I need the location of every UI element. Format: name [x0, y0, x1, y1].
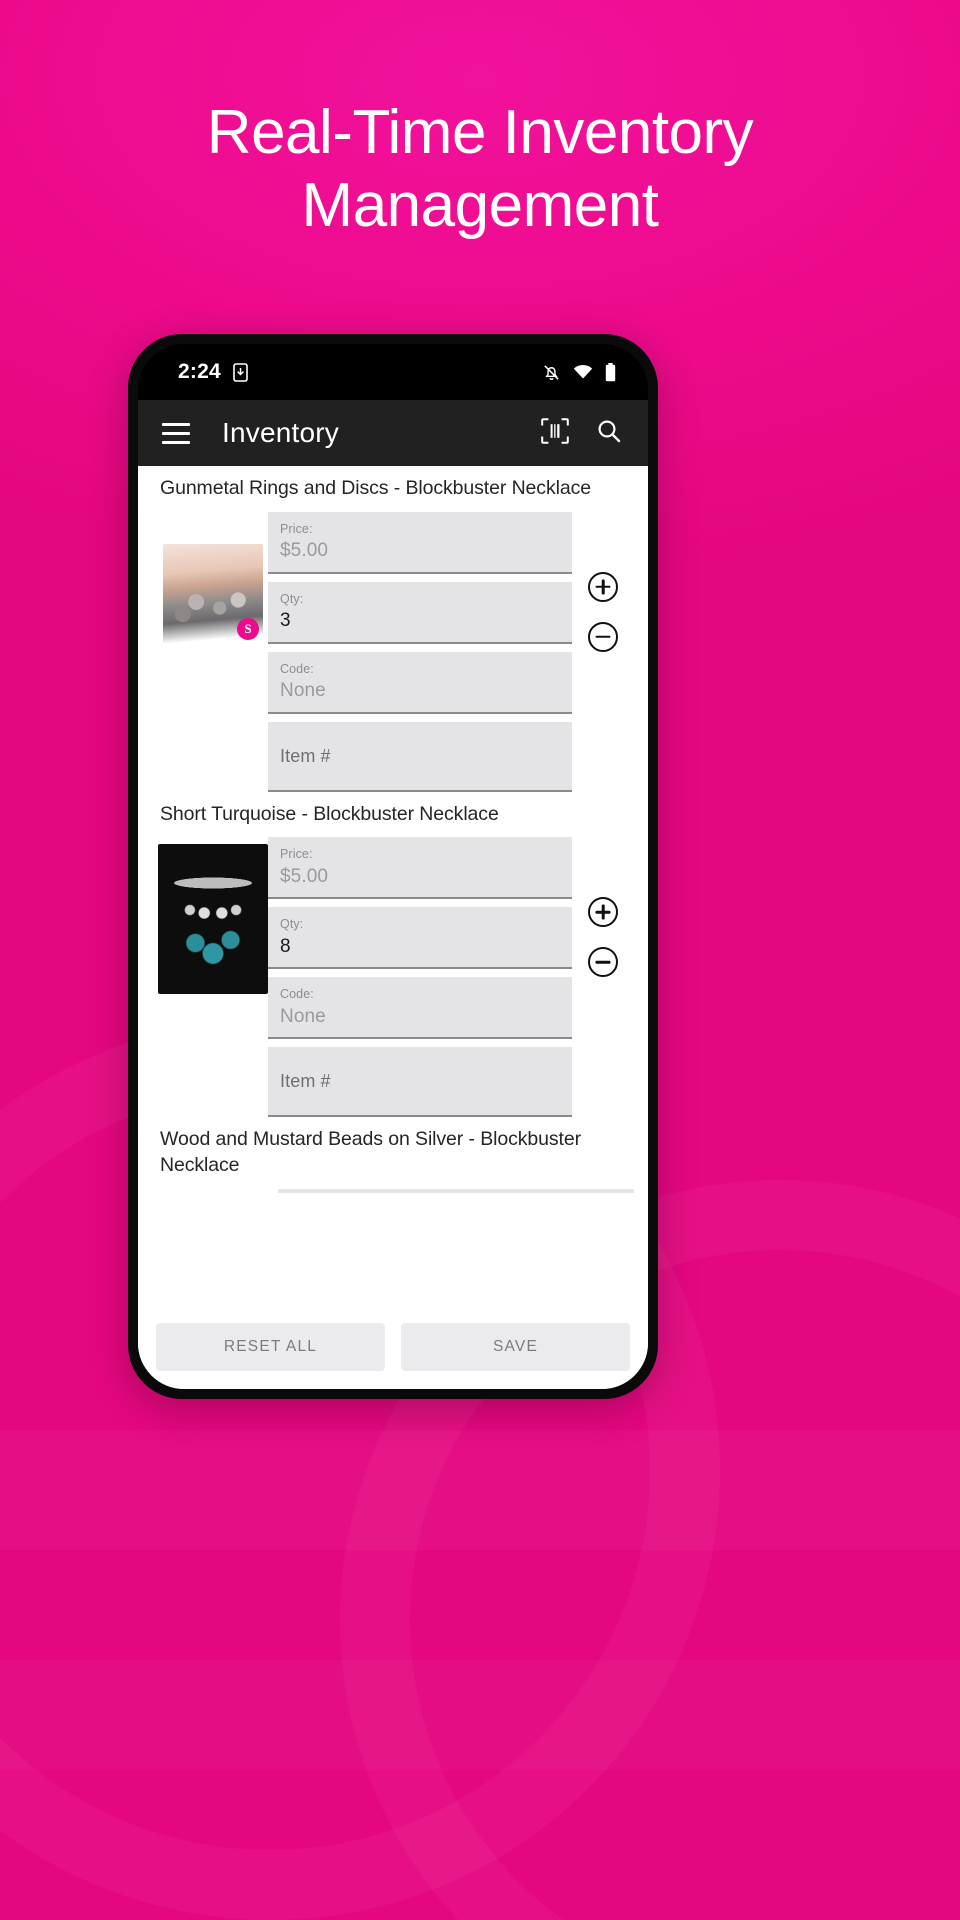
action-bar: RESET ALL SAVE [138, 1309, 648, 1389]
list-item: Price: $5.00 Qty: 8 Code: None Item # [138, 831, 648, 1118]
status-bar-clock: 2:24 [178, 360, 221, 383]
price-label: Price: [280, 521, 313, 536]
phone-mockup: 2:24 Inventory Gunmetal Rings and Discs … [128, 334, 658, 1399]
qty-field[interactable]: Qty: 3 [268, 581, 572, 644]
increment-qty-button[interactable] [588, 897, 618, 928]
product-thumbnail-container [158, 831, 268, 1001]
status-bar-left: 2:24 [178, 360, 248, 384]
product-fields: Price: $5.00 Qty: 3 Code: None Item # [268, 506, 572, 792]
inventory-screen: Gunmetal Rings and Discs - Blockbuster N… [138, 466, 648, 1389]
item-number-placeholder: Item # [280, 745, 331, 766]
save-to-device-icon [233, 362, 248, 382]
search-button[interactable] [586, 410, 632, 456]
qty-value: 8 [280, 935, 291, 957]
qty-field[interactable]: Qty: 8 [268, 907, 572, 970]
code-field[interactable]: Code: None [268, 651, 572, 714]
quantity-stepper [572, 831, 634, 978]
product-thumbnail-container: S [158, 506, 268, 676]
thumbnail-badge: S [237, 617, 259, 640]
battery-icon [605, 362, 616, 382]
notifications-off-icon [542, 363, 561, 382]
list-item: S Price: $5.00 Qty: 3 Code: None Item # [138, 506, 648, 792]
item-number-placeholder: Item # [280, 1071, 331, 1092]
code-value: None [280, 680, 326, 702]
promo-headline: Real-Time Inventory Management [0, 96, 960, 242]
status-bar-right [542, 362, 616, 382]
search-icon [596, 418, 622, 449]
qty-value: 3 [280, 610, 291, 632]
wifi-icon [573, 364, 593, 380]
hamburger-menu-icon[interactable] [156, 413, 196, 453]
price-field[interactable]: Price: $5.00 [268, 511, 572, 574]
status-bar: 2:24 [138, 344, 648, 400]
scan-barcode-button[interactable] [532, 410, 578, 456]
decrement-qty-button[interactable] [588, 947, 618, 978]
price-field[interactable]: Price: $5.00 [268, 837, 572, 900]
headline-line-1: Real-Time Inventory [206, 98, 754, 167]
product-name: Short Turquoise - Blockbuster Necklace [160, 802, 499, 825]
save-button[interactable]: SAVE [401, 1323, 630, 1371]
product-image [158, 844, 268, 995]
decorative-band-lower [0, 1660, 960, 1770]
headline-line-2: Management [301, 171, 659, 241]
increment-qty-button[interactable] [588, 571, 618, 602]
price-value: $5.00 [280, 865, 329, 887]
inventory-list[interactable]: Gunmetal Rings and Discs - Blockbuster N… [138, 466, 648, 1309]
item-number-field[interactable]: Item # [268, 721, 572, 792]
code-label: Code: [280, 661, 314, 676]
decrement-qty-button[interactable] [588, 621, 618, 652]
page-title: Inventory [222, 417, 339, 448]
product-name: Gunmetal Rings and Discs - Blockbuster N… [160, 477, 591, 499]
reset-all-button[interactable]: RESET ALL [156, 1323, 385, 1371]
product-fields: Price: $5.00 Qty: 8 Code: None Item # [268, 831, 572, 1118]
price-label: Price: [280, 847, 313, 862]
product-image: S [163, 543, 263, 644]
code-value: None [280, 1005, 326, 1027]
quantity-stepper [572, 506, 634, 652]
code-field[interactable]: Code: None [268, 977, 572, 1040]
product-name: Wood and Mustard Beads on Silver - Block… [160, 1128, 582, 1177]
qty-label: Qty: [280, 591, 304, 606]
phone-screen: 2:24 Inventory Gunmetal Rings and Discs … [138, 344, 648, 1389]
item-number-field[interactable]: Item # [268, 1047, 572, 1118]
qty-label: Qty: [280, 917, 304, 932]
partial-field-edge [278, 1188, 634, 1193]
price-value: $5.00 [280, 540, 329, 562]
app-bar: Inventory [138, 400, 648, 466]
barcode-scanner-icon [541, 417, 569, 449]
code-label: Code: [280, 987, 314, 1002]
decorative-band-upper [0, 1430, 960, 1550]
